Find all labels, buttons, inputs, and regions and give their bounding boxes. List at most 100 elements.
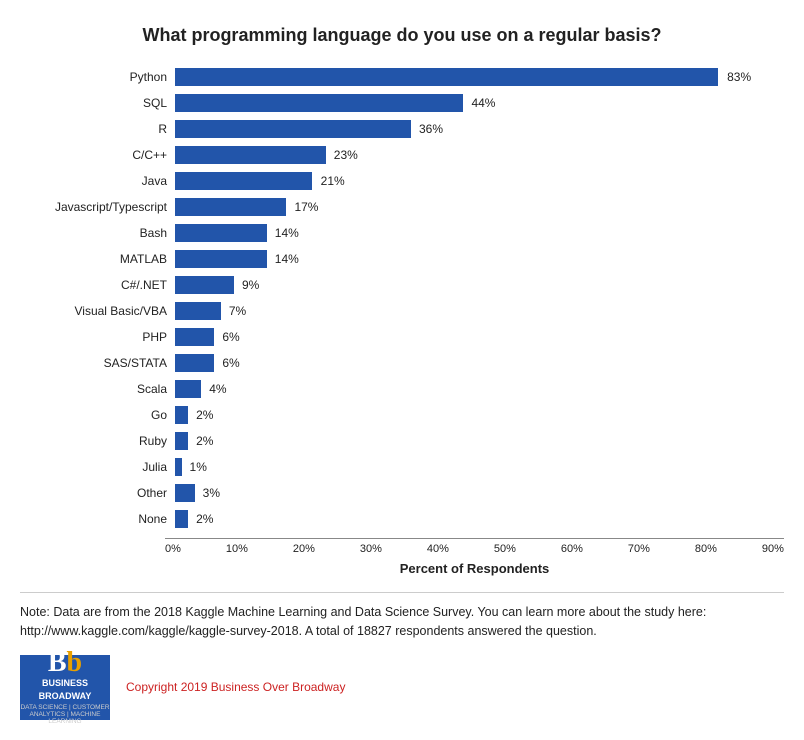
bar-value-label: 2%	[196, 512, 213, 526]
bar-fill	[175, 276, 234, 294]
bar-container: 1%	[175, 458, 764, 476]
x-axis-tick: 30%	[360, 543, 382, 555]
bar-row: R36%	[30, 118, 764, 140]
bar-fill	[175, 68, 718, 86]
bar-value-label: 2%	[196, 434, 213, 448]
bar-value-label: 14%	[275, 226, 299, 240]
bar-row: Python 83%	[30, 66, 764, 88]
bar-row: SAS/STATA6%	[30, 352, 764, 374]
bar-container: 2%	[175, 432, 764, 450]
chart-area: Python 83% SQL 44% R36% C/C++23% Java 21% Javasc…	[20, 66, 784, 534]
bar-value-label: 9%	[242, 278, 259, 292]
bar-row: SQL 44%	[30, 92, 764, 114]
bar-row: C/C++23%	[30, 144, 764, 166]
copyright: Copyright 2019 Business Over Broadway	[126, 680, 345, 694]
bar-fill	[175, 94, 463, 112]
bar-row: Bash 14%	[30, 222, 764, 244]
bar-container: 6%	[175, 328, 764, 346]
bar-container: 2%	[175, 406, 764, 424]
bar-container: 17%	[175, 198, 764, 216]
x-axis-tick: 10%	[226, 543, 248, 555]
bar-container: 83%	[175, 68, 764, 86]
bar-row: MATLAB 14%	[30, 248, 764, 270]
chart-title: What programming language do you use on …	[20, 25, 784, 46]
bar-container: 7%	[175, 302, 764, 320]
bar-container: 44%	[175, 94, 764, 112]
bar-container: 2%	[175, 510, 764, 528]
bar-row: None 2%	[30, 508, 764, 530]
x-axis-tick: 50%	[494, 543, 516, 555]
logo-letters: Bb	[48, 649, 82, 677]
bar-value-label: 23%	[334, 148, 358, 162]
bar-row: Visual Basic/VBA 7%	[30, 300, 764, 322]
bar-label: PHP	[30, 330, 175, 344]
bar-container: 23%	[175, 146, 764, 164]
chart-wrapper: Python 83% SQL 44% R36% C/C++23% Java 21% Javasc…	[20, 66, 784, 576]
bar-value-label: 7%	[229, 304, 246, 318]
bar-label: Go	[30, 408, 175, 422]
bar-label: Java	[30, 174, 175, 188]
bar-fill	[175, 510, 188, 528]
bar-fill	[175, 380, 201, 398]
bar-container: 21%	[175, 172, 764, 190]
bar-fill	[175, 198, 286, 216]
bar-container: 4%	[175, 380, 764, 398]
bar-value-label: 6%	[222, 330, 239, 344]
bar-value-label: 21%	[321, 174, 345, 188]
bar-row: Scala 4%	[30, 378, 764, 400]
bar-container: 14%	[175, 250, 764, 268]
x-axis-tick: 20%	[293, 543, 315, 555]
bar-row: Ruby 2%	[30, 430, 764, 452]
bar-container: 36%	[175, 120, 764, 138]
x-axis-title: Percent of Respondents	[20, 561, 784, 576]
logo-box: Bb BUSINESS BROADWAY DATA SCIENCE | CUST…	[20, 655, 110, 720]
bar-label: Julia	[30, 460, 175, 474]
bar-row: Go 2%	[30, 404, 764, 426]
x-axis-labels: 0%10%20%30%40%50%60%70%80%90%	[165, 538, 784, 555]
bar-label: SQL	[30, 96, 175, 110]
bar-fill	[175, 432, 188, 450]
bar-value-label: 1%	[190, 460, 207, 474]
bar-label: Scala	[30, 382, 175, 396]
footer: Bb BUSINESS BROADWAY DATA SCIENCE | CUST…	[20, 655, 784, 720]
bar-fill	[175, 302, 221, 320]
bar-value-label: 44%	[471, 96, 495, 110]
x-axis-tick: 40%	[427, 543, 449, 555]
bar-value-label: 83%	[727, 70, 751, 84]
bar-label: MATLAB	[30, 252, 175, 266]
bar-value-label: 17%	[294, 200, 318, 214]
bar-label: None	[30, 512, 175, 526]
bar-row: C#/.NET 9%	[30, 274, 764, 296]
bar-fill	[175, 484, 195, 502]
x-axis-tick: 60%	[561, 543, 583, 555]
bar-fill	[175, 406, 188, 424]
bar-label: Visual Basic/VBA	[30, 304, 175, 318]
bar-label: Python	[30, 70, 175, 84]
bar-value-label: 4%	[209, 382, 226, 396]
bar-row: PHP 6%	[30, 326, 764, 348]
bar-fill	[175, 354, 214, 372]
bar-value-label: 6%	[222, 356, 239, 370]
bar-row: Java 21%	[30, 170, 764, 192]
bar-container: 14%	[175, 224, 764, 242]
bar-container: 6%	[175, 354, 764, 372]
bar-label: C#/.NET	[30, 278, 175, 292]
bar-fill	[175, 250, 267, 268]
note-text: Note: Data are from the 2018 Kaggle Mach…	[20, 592, 784, 641]
bar-fill	[175, 328, 214, 346]
bar-value-label: 14%	[275, 252, 299, 266]
bar-container: 3%	[175, 484, 764, 502]
bar-value-label: 3%	[203, 486, 220, 500]
bar-label: Other	[30, 486, 175, 500]
x-axis-tick: 0%	[165, 543, 181, 555]
bar-container: 9%	[175, 276, 764, 294]
x-axis-tick: 80%	[695, 543, 717, 555]
logo-line2: BROADWAY	[39, 690, 92, 703]
bar-row: Javascript/Typescript17%	[30, 196, 764, 218]
x-axis-area: 0%10%20%30%40%50%60%70%80%90%	[20, 538, 784, 555]
bar-row: Julia 1%	[30, 456, 764, 478]
bar-label: Ruby	[30, 434, 175, 448]
bar-label: Bash	[30, 226, 175, 240]
bar-row: Other 3%	[30, 482, 764, 504]
bar-value-label: 2%	[196, 408, 213, 422]
